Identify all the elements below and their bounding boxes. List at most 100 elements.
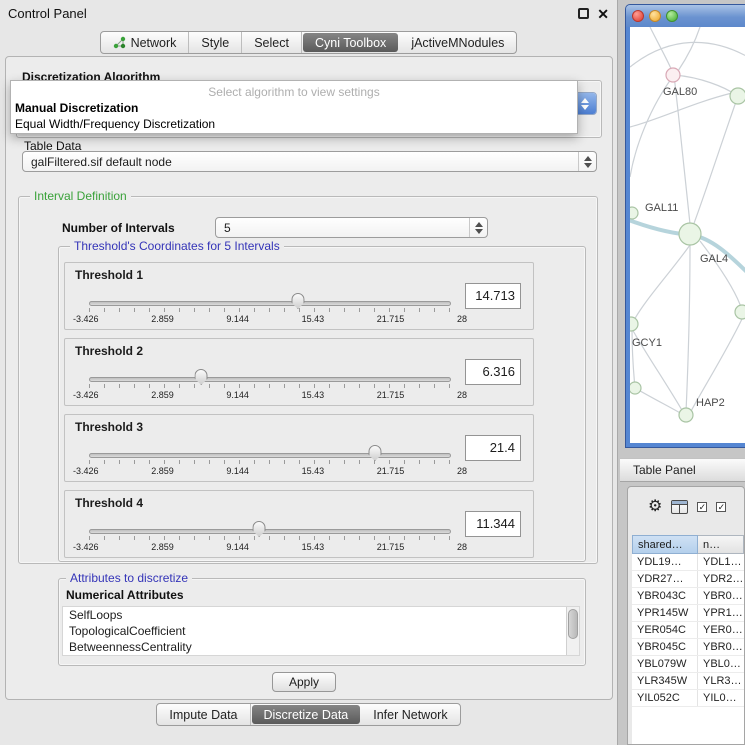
- table-row[interactable]: YBR045CYBR0…: [632, 639, 744, 656]
- column-header-name[interactable]: n…: [698, 535, 744, 554]
- combobox-stepper-icon[interactable]: [578, 152, 596, 171]
- threshold-3-value-field[interactable]: 21.4: [465, 435, 521, 461]
- slider-scale-labels: -3.426 2.859 9.144 15.43 21.715 28: [73, 466, 467, 476]
- cell[interactable]: YLR345W: [632, 673, 698, 689]
- cell[interactable]: YBL079W: [632, 656, 698, 672]
- column-header-shared-name[interactable]: shared…: [632, 535, 698, 554]
- tab-style[interactable]: Style: [189, 32, 242, 53]
- slider-track[interactable]: [89, 301, 451, 306]
- attributes-title: Attributes to discretize: [66, 571, 192, 585]
- table-row[interactable]: YLR345WYLR3…: [632, 673, 744, 690]
- slider-thumb[interactable]: [291, 293, 304, 309]
- cell[interactable]: YPR145W: [632, 605, 698, 621]
- threshold-1-slider[interactable]: -3.426 2.859 9.144 15.43 21.715 28: [89, 293, 451, 329]
- cell[interactable]: YDR2…: [698, 571, 744, 587]
- cell[interactable]: YBR045C: [632, 639, 698, 655]
- node-gcy1[interactable]: [630, 317, 638, 331]
- slider-thumb[interactable]: [253, 521, 266, 537]
- scale-label: -3.426: [73, 466, 99, 476]
- slider-thumb[interactable]: [368, 445, 381, 461]
- cell[interactable]: YDL19…: [632, 554, 698, 570]
- tab-discretize-data[interactable]: Discretize Data: [252, 705, 361, 724]
- network-window-titlebar[interactable]: [626, 5, 745, 27]
- threshold-3-slider[interactable]: -3.426 2.859 9.144 15.43 21.715 28: [89, 445, 451, 481]
- tab-jactivemnodules[interactable]: jActiveMNodules: [399, 32, 516, 53]
- slider-thumb[interactable]: [195, 369, 208, 385]
- list-item[interactable]: SelfLoops: [63, 607, 579, 623]
- node-hap2[interactable]: [679, 408, 693, 422]
- gear-icon[interactable]: ⚙: [648, 499, 662, 515]
- node-gal80[interactable]: [666, 68, 680, 82]
- slider-track[interactable]: [89, 453, 451, 458]
- scale-label: 9.144: [226, 314, 249, 324]
- threshold-1-value-field[interactable]: 14.713: [465, 283, 521, 309]
- cell[interactable]: YER0…: [698, 622, 744, 638]
- table-data-combobox[interactable]: galFiltered.sif default node: [22, 151, 597, 172]
- tab-impute-data[interactable]: Impute Data: [157, 704, 250, 725]
- table-row[interactable]: YDR27…YDR2…: [632, 571, 744, 588]
- table-row[interactable]: YER054CYER0…: [632, 622, 744, 639]
- cell[interactable]: YLR3…: [698, 673, 744, 689]
- cell[interactable]: YIL052C: [632, 690, 698, 706]
- threshold-2-value-field[interactable]: 6.316: [465, 359, 521, 385]
- tab-select[interactable]: Select: [242, 32, 302, 53]
- tab-select-label: Select: [254, 36, 289, 50]
- slider-track[interactable]: [89, 529, 451, 534]
- cell[interactable]: YDL1…: [698, 554, 744, 570]
- top-tabstrip: Network Style Select Cyni Toolbox jActiv…: [100, 31, 518, 54]
- table-body[interactable]: YDL19…YDL1… YDR27…YDR2… YBR043CYBR0… YPR…: [632, 554, 744, 744]
- scale-label: 9.144: [226, 466, 249, 476]
- zoom-traffic-light-icon[interactable]: [666, 10, 678, 22]
- node-gal11[interactable]: [630, 207, 638, 219]
- tab-impute-data-label: Impute Data: [169, 708, 237, 722]
- cell[interactable]: YER054C: [632, 622, 698, 638]
- float-window-icon[interactable]: [578, 8, 589, 19]
- checkbox-icon[interactable]: ✓: [697, 502, 707, 512]
- cell[interactable]: YPR1…: [698, 605, 744, 621]
- scale-label: 15.43: [302, 314, 325, 324]
- scale-label: 28: [457, 466, 467, 476]
- table-row[interactable]: YBR043CYBR0…: [632, 588, 744, 605]
- column-browser-icon[interactable]: [671, 500, 688, 514]
- number-of-intervals-combobox[interactable]: 5: [215, 217, 488, 238]
- combobox-stepper-icon[interactable]: [469, 218, 487, 237]
- table-row[interactable]: YBL079WYBL0…: [632, 656, 744, 673]
- cell[interactable]: YBL0…: [698, 656, 744, 672]
- slider-track[interactable]: [89, 377, 451, 382]
- scrollbar-thumb[interactable]: [568, 609, 578, 639]
- table-panel-window: ⚙ ✓ ✓ shared… n… YDL19…YDL1… YDR27…YDR2……: [627, 486, 745, 745]
- cell[interactable]: YDR27…: [632, 571, 698, 587]
- list-item[interactable]: TopologicalCoefficient: [63, 623, 579, 639]
- node-selected[interactable]: [730, 88, 745, 104]
- list-item[interactable]: BetweennessCentrality: [63, 639, 579, 655]
- numerical-attributes-list[interactable]: SelfLoops TopologicalCoefficient Between…: [62, 606, 580, 656]
- close-traffic-light-icon[interactable]: [632, 10, 644, 22]
- node-small[interactable]: [630, 382, 641, 394]
- node-label-gcy1: GCY1: [632, 337, 662, 349]
- tab-cyni-toolbox[interactable]: Cyni Toolbox: [303, 33, 398, 52]
- checkbox-icon[interactable]: ✓: [716, 502, 726, 512]
- threshold-4-slider[interactable]: -3.426 2.859 9.144 15.43 21.715 28: [89, 521, 451, 557]
- table-data-value: galFiltered.sif default node: [31, 155, 578, 169]
- dropdown-item-manual-discretization[interactable]: Manual Discretization: [15, 101, 138, 115]
- cell[interactable]: YBR0…: [698, 588, 744, 604]
- apply-button[interactable]: Apply: [272, 672, 336, 692]
- tab-network[interactable]: Network: [101, 32, 190, 53]
- dropdown-item-equal-width-frequency[interactable]: Equal Width/Frequency Discretization: [15, 117, 215, 131]
- table-row[interactable]: YDL19…YDL1…: [632, 554, 744, 571]
- table-row[interactable]: YPR145WYPR1…: [632, 605, 744, 622]
- node-gal4[interactable]: [679, 223, 701, 245]
- tab-infer-network[interactable]: Infer Network: [361, 704, 459, 725]
- cell[interactable]: YBR0…: [698, 639, 744, 655]
- minimize-traffic-light-icon[interactable]: [649, 10, 661, 22]
- scale-label: 28: [457, 390, 467, 400]
- threshold-2-slider[interactable]: -3.426 2.859 9.144 15.43 21.715 28: [89, 369, 451, 405]
- list-scrollbar[interactable]: [566, 607, 579, 655]
- network-canvas[interactable]: GAL80 GAL11 GAL4 GCY1 HAP2: [630, 27, 745, 443]
- cell[interactable]: YBR043C: [632, 588, 698, 604]
- threshold-4-value-field[interactable]: 11.344: [465, 511, 521, 537]
- node-right[interactable]: [735, 305, 745, 319]
- cell[interactable]: YIL0…: [698, 690, 744, 706]
- close-icon[interactable]: ✕: [597, 6, 609, 23]
- table-row[interactable]: YIL052CYIL0…: [632, 690, 744, 707]
